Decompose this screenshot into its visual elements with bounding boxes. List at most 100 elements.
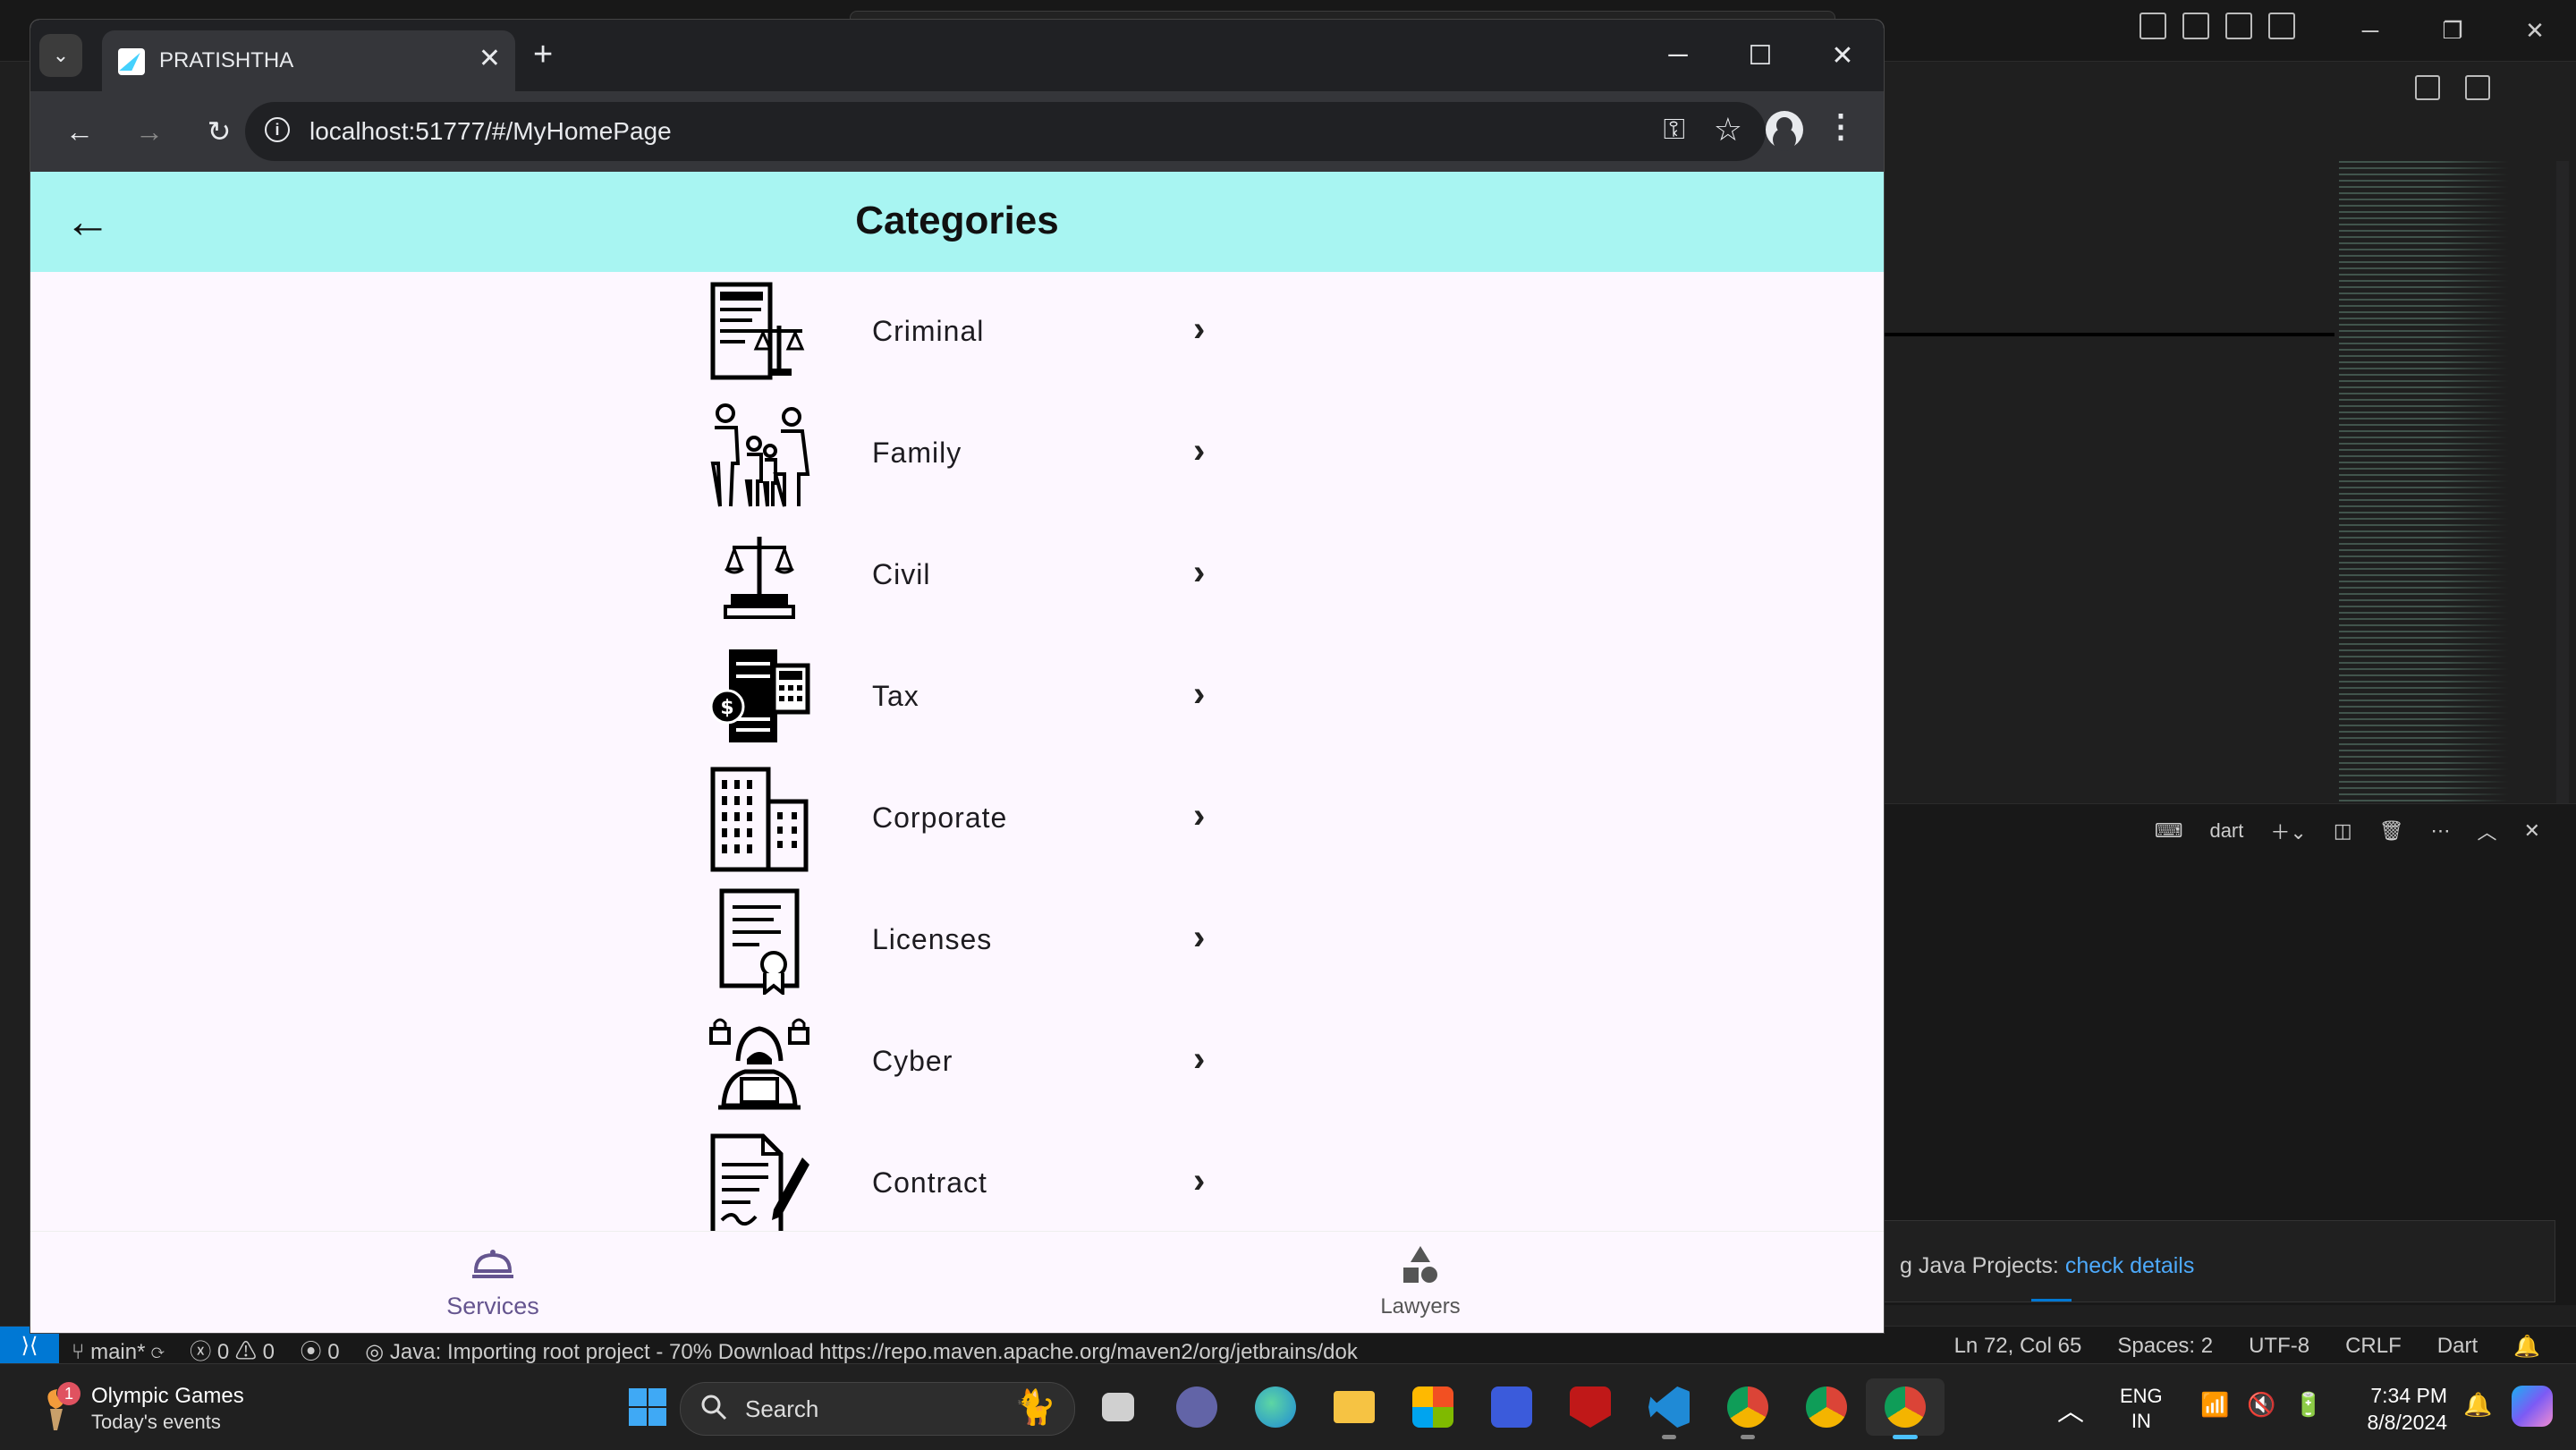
battery-icon[interactable]: 🔋	[2294, 1391, 2323, 1419]
category-label: Criminal	[872, 315, 985, 347]
license-certificate-icon	[719, 888, 800, 995]
back-arrow-icon[interactable]: ←	[59, 111, 100, 152]
toggle-panel-icon[interactable]	[2182, 13, 2209, 39]
chrome-button-1[interactable]	[1708, 1378, 1787, 1439]
chrome-button-2[interactable]	[1787, 1378, 1866, 1436]
category-item-civil[interactable]: Civil ›	[688, 515, 1224, 637]
edge-button[interactable]	[1236, 1378, 1315, 1436]
chrome-button-active[interactable]	[1866, 1378, 1945, 1439]
minimize-icon[interactable]: ─	[1637, 20, 1719, 91]
show-hidden-icons-chevron-icon[interactable]: ︿	[2057, 1389, 2084, 1429]
nav-lawyers[interactable]: Lawyers	[1286, 1244, 1555, 1319]
reload-icon[interactable]: ↻	[199, 111, 240, 152]
trash-icon[interactable]: 🗑	[2379, 819, 2404, 843]
bookmark-star-icon[interactable]: ☆	[1714, 111, 1742, 148]
time: 7:34 PM	[2370, 1384, 2447, 1407]
terminal-name[interactable]: dart	[2209, 819, 2243, 843]
editor-scrollbar[interactable]	[2556, 161, 2569, 805]
chrome-icon	[1806, 1386, 1847, 1428]
taskbar-apps	[1079, 1378, 1945, 1439]
site-info-icon[interactable]: i	[265, 117, 290, 142]
maximize-panel-icon[interactable]: ︿	[2478, 817, 2497, 845]
volume-muted-icon[interactable]: 🔇	[2247, 1391, 2275, 1419]
new-terminal-icon[interactable]: ＋⌄	[2270, 817, 2306, 845]
category-item-licenses[interactable]: Licenses ›	[688, 880, 1224, 1002]
ports-indicator[interactable]: ⦿ 0	[301, 1340, 340, 1364]
tab-search-icon[interactable]: ⌄	[39, 34, 82, 77]
browser-tab[interactable]: PRATISHTHA ✕	[102, 30, 515, 91]
nav-services-label: Services	[446, 1293, 539, 1319]
store-button[interactable]	[1394, 1378, 1472, 1436]
start-button[interactable]	[608, 1378, 687, 1436]
notifications-bell-icon[interactable]: 🔔	[2513, 1334, 2540, 1360]
svg-text:$: $	[720, 697, 733, 719]
category-label: Civil	[872, 558, 931, 590]
minimap[interactable]	[2339, 161, 2509, 805]
chevron-right-icon: ›	[1193, 1039, 1206, 1079]
java-status[interactable]: ◎ Java: Importing root project - 70% Dow…	[365, 1340, 1358, 1364]
split-terminal-icon[interactable]: ◫	[2334, 819, 2352, 843]
vscode-close-icon[interactable]: ✕	[2494, 0, 2576, 61]
category-list[interactable]: Criminal › Family › Civil › $ Tax › Corp…	[30, 272, 1884, 1231]
taskbar-pinned-apps	[608, 1378, 687, 1436]
vscode-window-controls: ─ ❐ ✕	[2329, 0, 2576, 61]
split-editor-icon[interactable]	[2465, 75, 2490, 100]
category-item-contract[interactable]: Contract ›	[688, 1124, 1224, 1231]
widget-title: Olympic Games	[91, 1384, 244, 1408]
category-item-cyber[interactable]: Cyber ›	[688, 1002, 1224, 1124]
layout-controls	[2140, 13, 2295, 39]
input-language[interactable]: ENG IN	[2120, 1384, 2163, 1434]
more-actions-icon[interactable]: ⋯	[2431, 819, 2451, 843]
new-tab-icon[interactable]: +	[533, 36, 553, 74]
check-details-link[interactable]: check details	[2065, 1253, 2195, 1278]
chrome-menu-icon[interactable]: ⋮	[1825, 107, 1857, 145]
category-item-criminal[interactable]: Criminal ›	[688, 272, 1224, 394]
teams-meet-button[interactable]	[1157, 1378, 1236, 1436]
category-label: Cyber	[872, 1045, 953, 1077]
family-icon	[710, 403, 810, 507]
category-item-family[interactable]: Family ›	[688, 394, 1224, 515]
notification-bell-icon[interactable]: 🔔	[2463, 1391, 2492, 1419]
tab-close-icon[interactable]: ✕	[479, 43, 501, 74]
toggle-secondary-sidebar-icon[interactable]	[2225, 13, 2252, 39]
maximize-icon[interactable]: ☐	[1719, 20, 1801, 91]
close-panel-icon[interactable]: ✕	[2524, 819, 2540, 843]
problems-indicator[interactable]: ⓧ 0 ⚠ 0	[190, 1340, 275, 1364]
m-app-icon	[1491, 1386, 1532, 1428]
clock[interactable]: 7:34 PM 8/8/2024	[2340, 1382, 2447, 1436]
file-explorer-button[interactable]	[1315, 1378, 1394, 1436]
encoding[interactable]: UTF-8	[2249, 1334, 2309, 1360]
mcafee-button[interactable]	[1551, 1378, 1630, 1436]
indentation[interactable]: Spaces: 2	[2117, 1334, 2213, 1360]
profile-avatar-icon[interactable]	[1766, 111, 1803, 148]
edge-icon	[1255, 1386, 1296, 1428]
category-item-tax[interactable]: $ Tax ›	[688, 637, 1224, 759]
app-button-m[interactable]	[1472, 1378, 1551, 1436]
chevron-right-icon: ›	[1193, 431, 1206, 471]
windows-taskbar: 1 Olympic Games Today's events Search 🐈	[0, 1363, 2576, 1450]
room-service-icon	[472, 1250, 513, 1278]
compare-icon[interactable]	[2415, 75, 2440, 100]
address-bar[interactable]: i localhost:51777/#/MyHomePage ⚿ ☆	[245, 102, 1766, 161]
vscode-restore-icon[interactable]: ❐	[2411, 0, 2494, 61]
toggle-sidebar-icon[interactable]	[2140, 13, 2166, 39]
customize-layout-icon[interactable]	[2268, 13, 2295, 39]
taskbar-search[interactable]: Search 🐈	[680, 1382, 1075, 1436]
nav-services[interactable]: Services	[359, 1244, 627, 1320]
cursor-position[interactable]: Ln 72, Col 65	[1954, 1334, 2082, 1360]
line-ending[interactable]: CRLF	[2345, 1334, 2402, 1360]
wifi-icon[interactable]: 📶	[2200, 1391, 2229, 1419]
language-mode[interactable]: Dart	[2437, 1334, 2478, 1360]
copilot-icon[interactable]	[2512, 1386, 2553, 1427]
category-item-corporate[interactable]: Corporate ›	[688, 759, 1224, 880]
close-window-icon[interactable]: ✕	[1801, 20, 1884, 91]
vscode-button[interactable]	[1630, 1378, 1708, 1439]
chrome-icon	[1885, 1386, 1926, 1428]
chevron-right-icon: ›	[1193, 796, 1206, 835]
branch-indicator[interactable]: ⑂ main* ⟳	[72, 1340, 165, 1364]
task-view-button[interactable]	[1079, 1378, 1157, 1436]
password-key-icon[interactable]: ⚿	[1664, 113, 1685, 147]
url-text[interactable]: localhost:51777/#/MyHomePage	[309, 117, 672, 146]
forward-arrow-icon[interactable]: →	[129, 111, 170, 152]
vscode-minimize-icon[interactable]: ─	[2329, 0, 2411, 61]
